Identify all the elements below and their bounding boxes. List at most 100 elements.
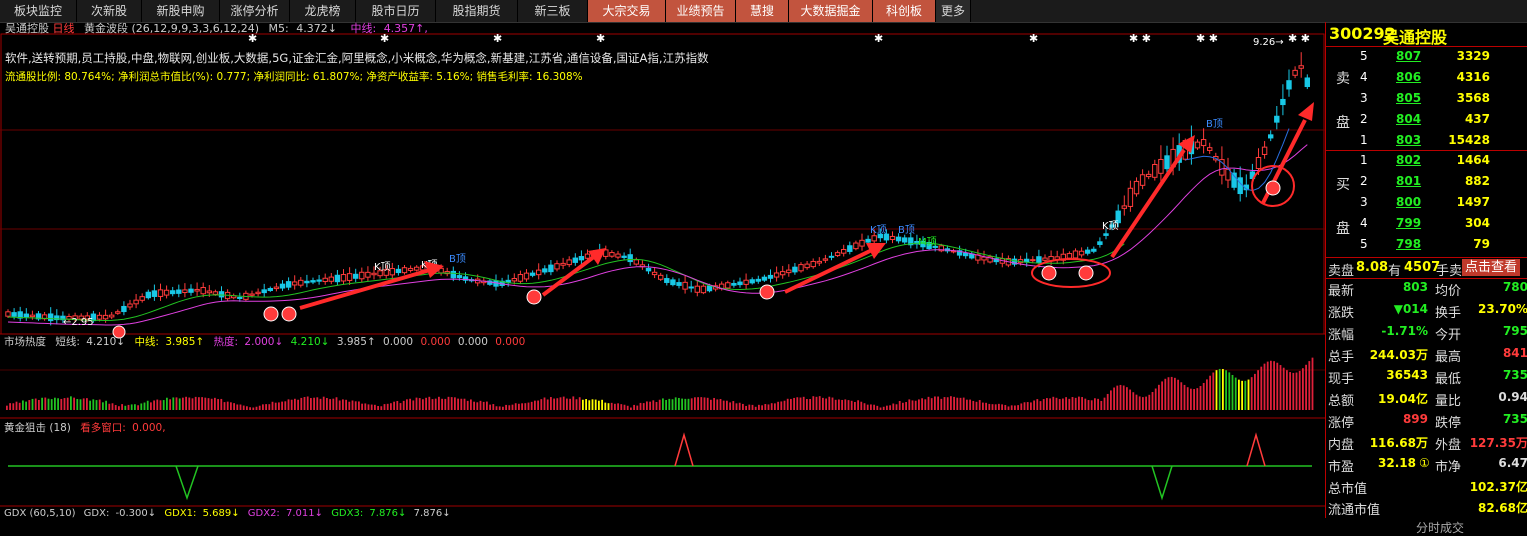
ma-green-line — [7, 242, 1125, 322]
stat-label: 均价 — [1435, 284, 1462, 299]
nav-tab[interactable]: 次新股 — [77, 0, 142, 22]
mid-value: 3.985↑ — [165, 336, 204, 348]
candle-body — [212, 291, 219, 295]
stat-value: 735 — [1502, 368, 1527, 382]
candle-body — [725, 282, 731, 289]
heat-bar — [178, 398, 181, 410]
candle-body — [200, 287, 206, 295]
stat-value: 735 — [1502, 412, 1527, 426]
nav-tab[interactable]: 科创板 — [873, 0, 936, 22]
candle-body — [1200, 139, 1207, 147]
heat-bar — [396, 400, 399, 410]
heat-bar — [860, 401, 863, 410]
candle-body — [371, 272, 377, 276]
candle-body — [804, 263, 810, 269]
stat-label: 最高 — [1435, 350, 1462, 365]
candle-body — [615, 253, 621, 258]
candle-body — [670, 279, 676, 286]
heat-bar — [86, 398, 88, 410]
svg-text:✱ ✱: ✱ ✱ — [1288, 32, 1310, 45]
heat-bar — [223, 402, 226, 410]
nav-tab[interactable]: 涨停分析 — [220, 0, 290, 22]
gdx-title: GDX — [4, 508, 26, 518]
bottom-tab-time-sales[interactable]: 分时成交 — [1416, 519, 1464, 536]
candle-body — [651, 271, 658, 276]
stock-name: 吴通控股 — [5, 22, 49, 35]
heat-bar — [166, 397, 168, 410]
chart-area[interactable]: 吴通控股 日线 黄金波段 (26,12,9,9,3,3,6,12,24) M5:… — [0, 22, 1325, 518]
sell-level: 4 — [1360, 70, 1368, 84]
nav-tab[interactable]: 业绩预告 — [666, 0, 736, 22]
nav-tab[interactable]: 股市日历 — [356, 0, 436, 22]
heat-bar — [649, 401, 651, 410]
candle-body — [328, 276, 335, 282]
heat-bar — [358, 401, 360, 410]
heat-bar — [537, 400, 539, 410]
candle-body — [1274, 115, 1280, 123]
candle-body — [853, 242, 859, 250]
heat-bar — [284, 401, 287, 410]
heat-bar — [150, 402, 152, 410]
nav-tab[interactable]: 大数据掘金 — [789, 0, 873, 22]
heat-bar — [665, 399, 667, 410]
heat-bar — [1212, 372, 1215, 410]
indicator-name: 黄金波段 — [84, 22, 128, 35]
heat-bar — [111, 403, 114, 410]
stat-label: 最新 — [1328, 284, 1355, 299]
heat-bar — [924, 399, 927, 410]
heat-bar — [1250, 377, 1253, 410]
heat-bar — [1161, 381, 1163, 410]
heat-bar — [812, 396, 815, 410]
heat-bar — [185, 396, 187, 410]
heat-v3: 0.000 — [383, 336, 413, 348]
heat-bar — [1295, 372, 1298, 410]
candle-body — [11, 312, 17, 317]
nav-tab[interactable]: 龙虎榜 — [290, 0, 356, 22]
stat-label: 总额 — [1328, 394, 1355, 409]
candle-body — [255, 291, 261, 295]
float-cap-label: 流通市值 — [1328, 503, 1381, 518]
heat-bar — [681, 398, 683, 410]
heat-bar — [521, 403, 523, 410]
nav-tab[interactable]: 股指期货 — [436, 0, 518, 22]
heat-bar — [1270, 360, 1272, 410]
heat-bar — [591, 399, 594, 410]
heat-bar — [1087, 400, 1090, 410]
heat-bar — [258, 405, 261, 410]
candle-body — [1121, 205, 1127, 209]
heat-bar — [370, 404, 373, 410]
candle-body — [1261, 146, 1268, 155]
heat-bar — [214, 397, 216, 410]
heat-bar — [470, 399, 472, 410]
stock-name: 吴通控股 — [1383, 28, 1448, 47]
candle-body — [1085, 249, 1091, 254]
heat-bar — [594, 399, 597, 410]
nav-tab[interactable]: 大宗交易 — [588, 0, 666, 22]
candle-body — [609, 252, 615, 257]
buy-level: 5 — [1360, 237, 1368, 251]
click-view-button[interactable]: 点击查看 — [1462, 259, 1521, 276]
nav-tab[interactable]: 新三板 — [518, 0, 588, 22]
m-top-label: M顶 — [918, 236, 937, 248]
candle-body — [340, 274, 347, 282]
nav-tab[interactable]: 慧搜 — [736, 0, 789, 22]
heat-v1: 4.210↓ — [291, 336, 330, 348]
heat-bar — [575, 399, 578, 410]
heat-bar — [905, 402, 907, 410]
nav-tab[interactable]: 板块监控 — [0, 0, 77, 22]
gdx3-value: 7.876↓ — [369, 508, 406, 518]
heat-bar — [159, 400, 162, 410]
heat-bar — [1247, 379, 1250, 410]
nav-tab[interactable]: 更多 — [936, 0, 971, 22]
candle-body — [828, 255, 835, 258]
candle-body — [1152, 164, 1158, 178]
heat-bar — [610, 402, 613, 410]
heat-bar — [1036, 399, 1039, 410]
nav-tab[interactable]: 新股申购 — [142, 0, 220, 22]
heat-bar — [118, 406, 120, 410]
candle-body — [517, 274, 524, 282]
svg-text:✱: ✱ — [874, 32, 883, 45]
stat-value: 841 — [1502, 346, 1527, 360]
heat-bar — [572, 396, 575, 410]
heat-bar — [310, 398, 312, 410]
